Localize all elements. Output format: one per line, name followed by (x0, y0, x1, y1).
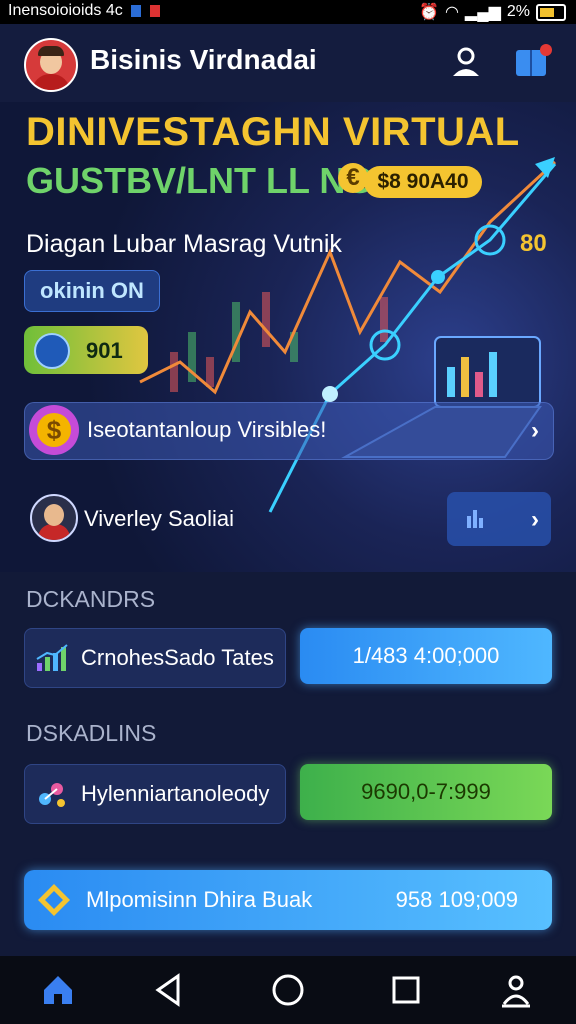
user-icon[interactable] (448, 44, 484, 80)
account-icon[interactable] (496, 970, 536, 1010)
person-name: Viverley Saoliai (84, 506, 235, 531)
summary-bar[interactable]: Mlpomisinn Dhira Buak 958 109;009 (24, 870, 552, 930)
app-title: Bisinis Virdnadai (90, 44, 317, 75)
person-avatar[interactable] (30, 494, 78, 542)
alarm-icon: ⏰ (419, 4, 439, 21)
visibles-label: Iseotantanloup Virsibles! (87, 417, 327, 442)
chevron-right-icon: › (531, 417, 539, 444)
online-toggle[interactable]: okinin ON (24, 270, 160, 312)
profile-avatar[interactable] (24, 38, 78, 92)
chevron-right-icon: › (531, 506, 539, 533)
navigation-bar (0, 956, 576, 1024)
summary-label: Mlpomisinn Dhira Buak (86, 887, 313, 912)
signal-icon: ▂▄▆ (464, 4, 501, 21)
section-action-button[interactable]: 1/483 4:00;000 (300, 628, 552, 684)
section-card-label: CrnohesSado Tates (81, 645, 274, 670)
recents-icon[interactable] (386, 970, 426, 1010)
notification-icon (131, 4, 142, 17)
person-action-button[interactable]: › (447, 492, 551, 546)
visibles-row[interactable]: Iseotantanloup Virsibles! › (24, 402, 554, 460)
wifi-icon: ◠ (444, 4, 459, 21)
hero-subheadline: GUSTBV/LNT LL NG (26, 160, 374, 201)
chart-bars-icon (467, 510, 483, 528)
section-heading: DSKADLINS (26, 720, 157, 746)
hero-value: 80 (520, 230, 547, 257)
section-card[interactable]: Hylenniartanoleody (24, 764, 286, 824)
section-card[interactable]: CrnohesSado Tates (24, 628, 286, 688)
book-icon[interactable] (512, 42, 554, 80)
section-card-label: Hylenniartanoleody (81, 781, 270, 806)
back-icon[interactable] (148, 970, 188, 1010)
summary-value: 958 109;009 (395, 887, 518, 912)
section-action-button[interactable]: 9690,0-7:999 (300, 764, 552, 820)
section-heading: DCKANDRS (26, 586, 156, 612)
chart-icon (36, 644, 68, 671)
circle-home-icon[interactable] (268, 970, 308, 1010)
battery-icon (536, 3, 566, 21)
status-left-text: Inensoioioids 4c (8, 2, 123, 19)
stat-value: 901 (86, 338, 123, 363)
molecule-icon (39, 783, 65, 807)
price-badge: $8 90A40 (364, 166, 482, 198)
home-icon[interactable] (38, 970, 78, 1010)
hero-headline: DINIVESTAGHN VIRTUAL (26, 110, 520, 154)
compass-icon (34, 333, 70, 369)
status-bar: Inensoioioids 4c ⏰ ◠ ▂▄▆ 2% (0, 0, 576, 24)
status-indicators: ⏰ ◠ ▂▄▆ 2% (419, 2, 566, 22)
status-text: Inensoioioids 4c (8, 2, 160, 20)
hero-subtitle: Diagan Lubar Masrag Vutnik (26, 230, 342, 258)
dollar-coin-icon (29, 405, 79, 455)
battery-percent: 2% (506, 3, 530, 20)
stat-badge[interactable]: 901 (24, 326, 148, 374)
notification-icon-red (149, 4, 160, 17)
diamond-icon (38, 884, 70, 916)
